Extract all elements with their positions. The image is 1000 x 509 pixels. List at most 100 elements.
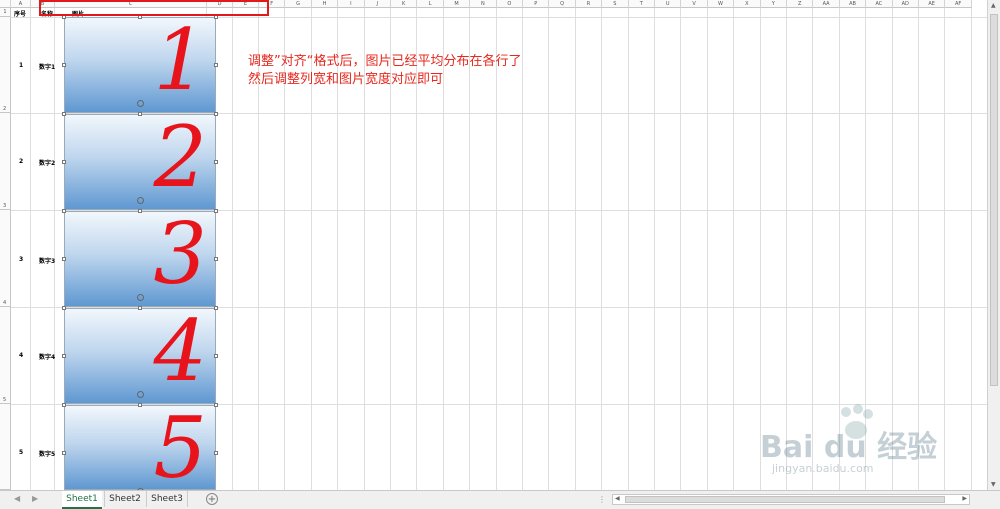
resize-handle-icon[interactable] [62,209,66,213]
column-header-g[interactable]: G [285,0,312,8]
cell-name-3[interactable]: 数字3 [39,256,55,265]
column-header-m[interactable]: M [443,0,471,8]
resize-handle-icon[interactable] [62,63,66,67]
resize-handle-icon[interactable] [214,403,218,407]
row-header-1[interactable]: 1 [0,8,11,17]
column-header-z[interactable]: Z [787,0,814,8]
column-header-r[interactable]: R [575,0,603,8]
digit-label: 2 [153,108,207,206]
sheet-tab-bar: ◀ ▶ Sheet1 Sheet2 Sheet3 + ⋮ ◀ ▶ [0,490,1000,509]
row-header-5[interactable]: 5 [0,307,11,404]
resize-handle-icon[interactable] [62,306,66,310]
spreadsheet-grid[interactable]: A B C D E F G H I J K L M N O P Q R S T U V W X Y Z AA AB AC AD AE AF 1… [0,0,988,490]
row-header-3[interactable]: 3 [0,113,11,210]
column-header-q[interactable]: Q [549,0,576,8]
row-header-4[interactable]: 4 [0,210,11,307]
column-header-af[interactable]: AF [945,0,972,8]
cell-seq-4[interactable]: 4 [19,352,23,359]
resize-handle-icon[interactable] [62,354,66,358]
picture-3[interactable]: 3 [64,206,216,307]
column-header-ac[interactable]: AC [866,0,893,8]
add-sheet-icon[interactable]: + [206,493,218,505]
column-header-ad[interactable]: AD [892,0,919,8]
annotation-line-2: 然后调整列宽和图片宽度对应即可 [248,72,444,87]
column-header-a[interactable]: A [11,0,31,8]
resize-handle-icon[interactable] [214,257,218,261]
tab-scroll-right-icon[interactable]: ▶ [32,494,38,503]
column-header-p[interactable]: P [523,0,550,8]
tab-splitter[interactable]: ⋮ [598,495,606,504]
cell-name-5[interactable]: 数字5 [39,449,55,458]
column-header-ab[interactable]: AB [839,0,867,8]
tab-scroll-left-icon[interactable]: ◀ [14,494,20,503]
cell-name-2[interactable]: 数字2 [39,158,55,167]
column-header-t[interactable]: T [628,0,655,8]
resize-handle-icon[interactable] [214,451,218,455]
resize-handle-icon[interactable] [214,63,218,67]
picture-1[interactable]: 1 [64,12,216,113]
resize-handle-icon[interactable] [138,306,142,310]
resize-handle-icon[interactable] [214,112,218,116]
scroll-down-icon[interactable]: ▼ [991,481,996,488]
resize-handle-icon[interactable] [138,209,142,213]
column-header-s[interactable]: S [602,0,629,8]
column-header-w[interactable]: W [707,0,735,8]
horizontal-scroll-thumb[interactable] [625,496,945,503]
cell-seq-3[interactable]: 3 [19,256,23,263]
rotate-handle-icon[interactable] [137,294,144,301]
corner-cell[interactable] [0,0,11,8]
column-header-v[interactable]: V [681,0,708,8]
column-header-ae[interactable]: AE [919,0,946,8]
tab-sheet1[interactable]: Sheet1 [62,491,102,509]
horizontal-scrollbar[interactable]: ◀ ▶ [612,494,970,505]
column-header-k[interactable]: K [391,0,418,8]
header-seq[interactable]: 序号 [14,9,26,18]
annotation-line-1: 调整”对齐“格式后，图片已经平均分布在各行了 [248,54,522,69]
picture-5[interactable]: 5 [64,400,216,490]
digit-label: 4 [153,302,207,400]
resize-handle-icon[interactable] [62,403,66,407]
cell-name-1[interactable]: 数字1 [39,62,55,71]
hscroll-left-icon[interactable]: ◀ [615,495,620,502]
column-header-y[interactable]: Y [760,0,787,8]
scroll-up-icon[interactable]: ▲ [991,2,996,9]
column-header-x[interactable]: X [734,0,761,8]
tab-sheet3[interactable]: Sheet3 [146,491,188,507]
cell-seq-5[interactable]: 5 [19,449,23,456]
tab-sheet2[interactable]: Sheet2 [104,491,145,507]
row-header-6[interactable] [0,404,11,490]
column-header-u[interactable]: U [655,0,682,8]
rotate-handle-icon[interactable] [137,391,144,398]
digit-label: 1 [153,11,207,109]
column-header-aa[interactable]: AA [813,0,840,8]
column-header-i[interactable]: I [338,0,365,8]
picture-2[interactable]: 2 [64,109,216,210]
hscroll-right-icon[interactable]: ▶ [962,495,967,502]
resize-handle-icon[interactable] [138,112,142,116]
resize-handle-icon[interactable] [62,160,66,164]
column-header-l[interactable]: L [417,0,444,8]
row-header-2[interactable]: 2 [0,17,11,113]
cell-name-4[interactable]: 数字4 [39,352,55,361]
cell-seq-1[interactable]: 1 [19,62,23,69]
header-highlight-box [39,0,269,16]
resize-handle-icon[interactable] [214,354,218,358]
resize-handle-icon[interactable] [62,112,66,116]
rotate-handle-icon[interactable] [137,100,144,107]
picture-4[interactable]: 4 [64,303,216,404]
vertical-scroll-thumb[interactable] [990,14,998,386]
resize-handle-icon[interactable] [214,306,218,310]
resize-handle-icon[interactable] [138,403,142,407]
baidu-watermark: Bai du 经验 jingyan.baidu.com [760,400,950,480]
vertical-scrollbar[interactable]: ▲ ▼ [987,0,1000,490]
column-header-o[interactable]: O [496,0,523,8]
column-header-j[interactable]: J [364,0,391,8]
resize-handle-icon[interactable] [214,160,218,164]
rotate-handle-icon[interactable] [137,197,144,204]
resize-handle-icon[interactable] [62,451,66,455]
cell-seq-2[interactable]: 2 [19,158,23,165]
column-header-h[interactable]: H [311,0,339,8]
column-header-n[interactable]: N [470,0,497,8]
resize-handle-icon[interactable] [62,257,66,261]
resize-handle-icon[interactable] [214,209,218,213]
